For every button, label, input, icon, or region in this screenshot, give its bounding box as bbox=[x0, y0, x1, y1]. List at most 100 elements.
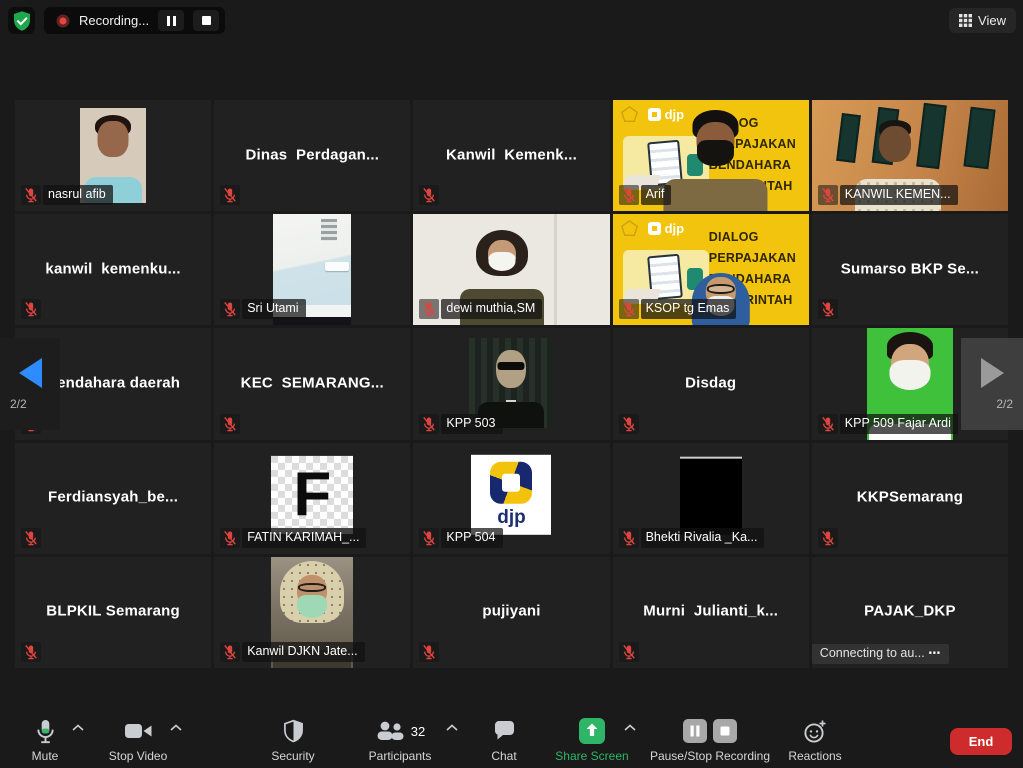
mic-muted-icon bbox=[619, 414, 639, 434]
mic-muted-icon bbox=[419, 299, 439, 319]
participant-tile[interactable]: Sri Utami bbox=[214, 214, 410, 325]
more-options-icon[interactable]: ⋯ bbox=[928, 646, 942, 660]
kemenkeu-logo-icon bbox=[621, 106, 638, 123]
pause-recording-icon bbox=[683, 719, 707, 743]
mic-muted-icon bbox=[818, 528, 838, 548]
participant-name: KEC SEMARANG... bbox=[214, 375, 410, 392]
mute-options-chevron[interactable] bbox=[72, 718, 84, 736]
chat-label: Chat bbox=[459, 749, 549, 763]
mic-muted-icon bbox=[419, 414, 439, 434]
participant-tile[interactable]: Disdag bbox=[613, 328, 809, 439]
participants-options-chevron[interactable] bbox=[446, 718, 458, 736]
stop-video-label: Stop Video bbox=[92, 749, 184, 763]
mic-muted-icon bbox=[818, 414, 838, 434]
participant-tile[interactable]: KPP 503 bbox=[413, 328, 609, 439]
participant-name: FATIN KARIMAH_... bbox=[242, 528, 366, 548]
mic-muted-icon bbox=[220, 414, 240, 434]
end-meeting-button[interactable]: End bbox=[950, 728, 1012, 755]
participant-tile[interactable]: djpKPP 504 bbox=[413, 443, 609, 554]
next-page-button[interactable]: 2/2 bbox=[961, 338, 1023, 430]
page-indicator: 2/2 bbox=[10, 397, 27, 411]
participant-tile[interactable]: PAJAK_DKPConnecting to au... ⋯ bbox=[812, 557, 1008, 668]
participant-tile[interactable]: Murni Julianti_k... bbox=[613, 557, 809, 668]
participants-button[interactable]: 32 Participants bbox=[340, 716, 460, 763]
participant-name: Dinas Perdagan... bbox=[214, 146, 410, 163]
video-options-chevron[interactable] bbox=[170, 718, 182, 736]
participant-tile[interactable]: dewi muthia,SM bbox=[413, 214, 609, 325]
participant-name: dewi muthia,SM bbox=[441, 299, 542, 319]
share-options-chevron[interactable] bbox=[624, 718, 636, 736]
stop-recording-button[interactable] bbox=[193, 10, 219, 31]
participant-tile[interactable]: Kanwil DJKN Jate... bbox=[214, 557, 410, 668]
participant-name: BLPKIL Semarang bbox=[15, 603, 211, 620]
chat-bubble-icon bbox=[459, 716, 549, 746]
share-screen-label: Share Screen bbox=[542, 749, 642, 763]
participants-count: 32 bbox=[411, 724, 425, 739]
security-label: Security bbox=[248, 749, 338, 763]
participant-tile[interactable]: kanwil kemenku... bbox=[15, 214, 211, 325]
participants-label: Participants bbox=[340, 749, 460, 763]
participant-name: pujiyani bbox=[413, 603, 609, 620]
mic-muted-icon bbox=[220, 528, 240, 548]
participant-name: KPP 509 Fajar Ardi bbox=[840, 414, 958, 434]
recording-indicator: Recording... bbox=[44, 7, 225, 34]
mic-muted-icon bbox=[619, 185, 639, 205]
participant-grid: nasrul afibDinas Perdagan...Kanwil Kemen… bbox=[15, 100, 1008, 668]
participant-tile[interactable]: KKPSemarang bbox=[812, 443, 1008, 554]
participant-name: KANWIL KEMEN... bbox=[840, 185, 958, 205]
mic-muted-icon bbox=[419, 642, 439, 662]
participant-name: KPP 503 bbox=[441, 414, 502, 434]
participant-name: PAJAK_DKP bbox=[812, 603, 1008, 620]
participant-name: Arif bbox=[641, 185, 672, 205]
participant-name: Ferdiansyah_be... bbox=[15, 489, 211, 506]
avatar-letter: F bbox=[293, 464, 331, 526]
recording-label: Recording... bbox=[79, 13, 149, 28]
participant-name: KKPSemarang bbox=[812, 489, 1008, 506]
arrow-left-icon bbox=[19, 358, 42, 388]
bottom-toolbar: Mute Stop Video Security 32 bbox=[0, 702, 1023, 768]
participant-tile[interactable]: Kanwil Kemenk... bbox=[413, 100, 609, 211]
recording-dot-icon bbox=[56, 14, 70, 28]
participant-tile[interactable]: Bhekti Rivalia _Ka... bbox=[613, 443, 809, 554]
top-bar: Recording... View bbox=[0, 0, 1023, 40]
participant-tile[interactable]: KANWIL KEMEN... bbox=[812, 100, 1008, 211]
participant-tile[interactable]: Sumarso BKP Se... bbox=[812, 214, 1008, 325]
record-label: Pause/Stop Recording bbox=[640, 749, 780, 763]
participant-tile[interactable]: nasrul afib bbox=[15, 100, 211, 211]
view-label: View bbox=[978, 13, 1006, 28]
stop-recording-icon bbox=[713, 719, 737, 743]
participant-tile[interactable]: Dinas Perdagan... bbox=[214, 100, 410, 211]
mute-label: Mute bbox=[0, 749, 90, 763]
participant-tile[interactable]: pujiyani bbox=[413, 557, 609, 668]
arrow-right-icon bbox=[981, 358, 1004, 388]
mic-muted-icon bbox=[619, 299, 639, 319]
participant-tile[interactable]: djpDIALOGPERPAJAKANBENDAHARAPEMERINTAH28… bbox=[613, 100, 809, 211]
mic-muted-icon bbox=[220, 642, 240, 662]
kemenkeu-logo-icon bbox=[621, 220, 638, 237]
view-button[interactable]: View bbox=[949, 8, 1016, 33]
participant-name: KPP 504 bbox=[441, 528, 502, 548]
mic-muted-icon bbox=[220, 299, 240, 319]
participants-icon bbox=[375, 721, 406, 741]
participant-tile[interactable]: FFATIN KARIMAH_... bbox=[214, 443, 410, 554]
participant-tile[interactable]: Ferdiansyah_be... bbox=[15, 443, 211, 554]
participant-name: KSOP tg Emas bbox=[641, 299, 737, 319]
participant-name: Sumarso BKP Se... bbox=[812, 260, 1008, 277]
djp-logo: djp bbox=[648, 221, 685, 236]
reactions-button[interactable]: Reactions bbox=[770, 716, 860, 763]
chat-button[interactable]: Chat bbox=[459, 716, 549, 763]
participant-tile[interactable]: BLPKIL Semarang bbox=[15, 557, 211, 668]
mic-muted-icon bbox=[21, 528, 41, 548]
previous-page-button[interactable]: 2/2 bbox=[0, 338, 60, 430]
participant-name: Kanwil Kemenk... bbox=[413, 146, 609, 163]
pause-stop-recording-button[interactable]: Pause/Stop Recording bbox=[640, 716, 780, 763]
mic-muted-icon bbox=[619, 528, 639, 548]
participant-tile[interactable]: KEC SEMARANG... bbox=[214, 328, 410, 439]
reactions-smiley-icon bbox=[770, 716, 860, 746]
mic-muted-icon bbox=[619, 642, 639, 662]
pause-recording-button[interactable] bbox=[158, 10, 184, 31]
participant-tile[interactable]: djpDIALOGPERPAJAKANBENDAHARAPEMERINTAH28… bbox=[613, 214, 809, 325]
security-button[interactable]: Security bbox=[248, 716, 338, 763]
mic-muted-icon bbox=[21, 642, 41, 662]
mic-muted-icon bbox=[818, 299, 838, 319]
